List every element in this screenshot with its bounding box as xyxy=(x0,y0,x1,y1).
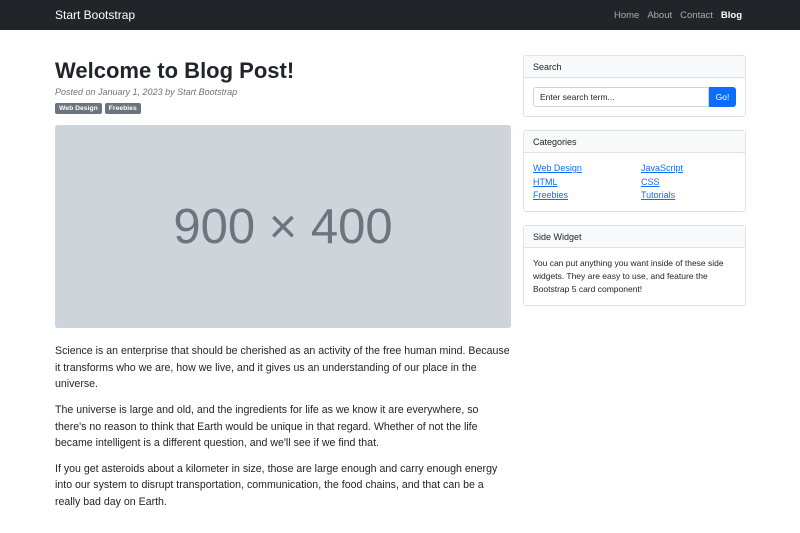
post-content: Science is an enterprise that should be … xyxy=(55,343,511,510)
side-widget-card: Side Widget You can put anything you wan… xyxy=(523,224,746,306)
nav-links: Home About Contact Blog xyxy=(614,10,742,21)
badge-web-design[interactable]: Web Design xyxy=(55,103,102,115)
post-title: Welcome to Blog Post! xyxy=(55,58,295,83)
navbar: Start Bootstrap Home About Contact Blog xyxy=(0,0,800,30)
side-widget-body: You can put anything you want inside of … xyxy=(524,248,745,305)
post-paragraph: Science is an enterprise that should be … xyxy=(55,345,510,390)
categories-card-body: Web Design JavaScript HTML CSS Freebies … xyxy=(524,153,745,211)
post-meta: Posted on January 1, 2023 by Start Boots… xyxy=(55,87,238,98)
post-paragraph: The universe is large and old, and the i… xyxy=(55,404,479,449)
hero-image-label: 900 × 400 xyxy=(173,199,393,254)
search-card-header: Search xyxy=(524,56,745,78)
hero-image-placeholder: 900 × 400 xyxy=(55,125,511,329)
brand-link[interactable]: Start Bootstrap xyxy=(55,8,135,22)
search-go-button[interactable]: Go! xyxy=(709,87,736,107)
post-paragraph: If you get asteroids about a kilometer i… xyxy=(55,463,498,508)
category-link-css[interactable]: CSS xyxy=(641,176,749,189)
search-row: Go! xyxy=(533,87,736,107)
search-input[interactable] xyxy=(533,87,709,107)
categories-list: Web Design JavaScript HTML CSS Freebies … xyxy=(533,162,736,202)
category-link-html[interactable]: HTML xyxy=(533,176,641,189)
search-card: Search Go! xyxy=(523,55,746,117)
search-card-body: Go! xyxy=(524,78,745,116)
post-badges: Web Design Freebies xyxy=(55,103,511,115)
category-link-web-design[interactable]: Web Design xyxy=(533,162,641,175)
badge-freebies[interactable]: Freebies xyxy=(104,103,141,115)
category-link-tutorials[interactable]: Tutorials xyxy=(641,189,749,202)
categories-card: Categories Web Design JavaScript HTML CS… xyxy=(523,130,746,212)
side-widget-text: You can put anything you want inside of … xyxy=(533,257,724,294)
category-link-freebies[interactable]: Freebies xyxy=(533,189,641,202)
category-link-javascript[interactable]: JavaScript xyxy=(641,162,749,175)
categories-card-header: Categories xyxy=(524,131,745,153)
nav-link-home[interactable]: Home xyxy=(614,10,639,21)
sidebar: Search Go! Categories Web Design JavaScr… xyxy=(523,55,746,319)
post-article: Welcome to Blog Post! Posted on January … xyxy=(55,58,511,520)
nav-link-contact[interactable]: Contact xyxy=(680,10,713,21)
nav-link-blog[interactable]: Blog xyxy=(721,10,742,21)
nav-link-about[interactable]: About xyxy=(647,10,672,21)
side-widget-header: Side Widget xyxy=(524,225,745,248)
